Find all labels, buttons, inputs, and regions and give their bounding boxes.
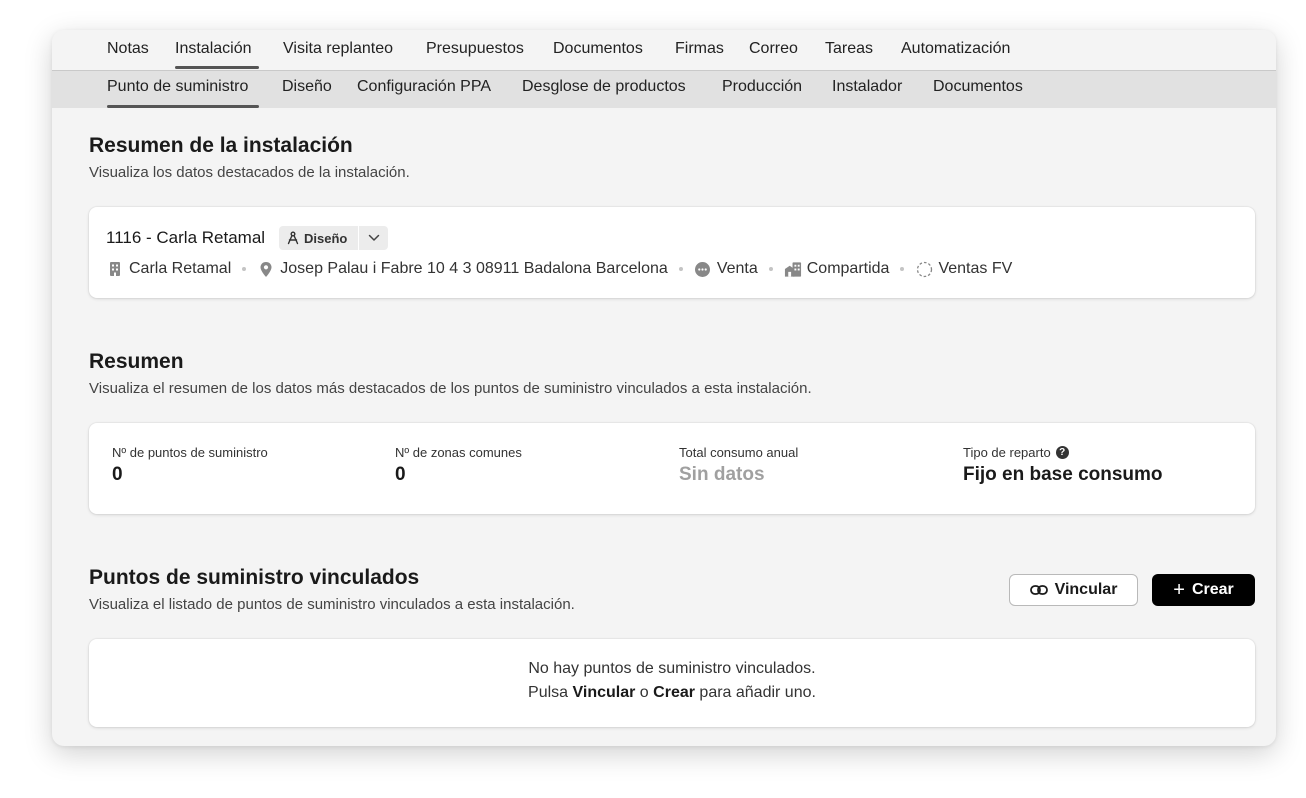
installation-title: 1116 - Carla Retamal (106, 228, 266, 247)
summary-title: Resumen (89, 350, 184, 373)
subtab-instalador[interactable]: Instalador (832, 78, 902, 96)
tab-visita-replanteo[interactable]: Visita replanteo (283, 40, 393, 58)
stat-label: Total consumo anual (679, 445, 799, 460)
installation-summary-title: Resumen de la instalación (89, 134, 353, 157)
tab-automatizacion[interactable]: Automatización (901, 40, 1010, 58)
stat-label: Nº de puntos de suministro (112, 445, 268, 460)
stat-value: 0 (112, 464, 123, 485)
tab-correo[interactable]: Correo (749, 40, 798, 58)
compass-icon (286, 231, 300, 245)
modality-text: Venta (716, 260, 758, 277)
meta-channel: Ventas FV (915, 260, 1012, 278)
tab-presupuestos[interactable]: Presupuestos (426, 40, 524, 58)
empty-state-line2: Pulsa Vincular o Crear para añadir uno. (89, 684, 1255, 702)
phase-chip-toggle[interactable] (359, 226, 388, 250)
active-subtab-indicator (107, 105, 259, 108)
plus-icon: + (1173, 578, 1185, 601)
empty-state-line1: No hay puntos de suministro vinculados. (528, 660, 816, 677)
meta-type: Compartida (784, 260, 890, 278)
phase-chip-label-area: Diseño (279, 226, 358, 250)
linked-points-card: No hay puntos de suministro vinculados. … (89, 639, 1255, 727)
dashed-circle-icon (915, 260, 933, 278)
help-icon[interactable]: ? (1055, 446, 1069, 459)
app-window: Notas Instalación Visita replanteo Presu… (52, 30, 1276, 746)
installation-card: 1116 - Carla Retamal Diseño Carla Retama… (89, 207, 1255, 298)
tab-instalacion[interactable]: Instalación (175, 40, 252, 58)
linked-points-title: Puntos de suministro vinculados (89, 566, 420, 589)
type-text: Compartida (806, 260, 890, 277)
chevron-down-icon (368, 234, 380, 242)
create-button-label: Crear (1191, 581, 1234, 598)
stat-distribution-type: Tipo de reparto ? Fijo en base consumo (963, 445, 1163, 486)
meta-separator (900, 267, 905, 271)
primary-tab-bar: Notas Instalación Visita replanteo Presu… (52, 30, 1276, 71)
subtab-configuracion-ppa[interactable]: Configuración PPA (357, 78, 491, 96)
map-pin-icon (257, 260, 275, 278)
address-text: Josep Palau i Fabre 10 4 3 08911 Badalon… (280, 260, 668, 277)
building-icon (106, 260, 124, 278)
stat-value: Fijo en base consumo (963, 464, 1163, 485)
client-name: Carla Retamal (129, 260, 232, 277)
create-button[interactable]: + Crear (1152, 574, 1255, 606)
empty-state-link-word: Vincular (572, 684, 636, 701)
subtab-produccion[interactable]: Producción (722, 78, 802, 96)
link-button[interactable]: Vincular (1009, 574, 1138, 606)
active-tab-indicator (175, 66, 259, 69)
summary-subtitle: Visualiza el resumen de los datos más de… (89, 380, 812, 397)
meta-separator (242, 267, 247, 271)
stat-annual-consumption: Total consumo anual Sin datos (679, 445, 798, 486)
link-icon (1029, 584, 1048, 596)
phase-chip-label: Diseño (304, 230, 348, 246)
summary-stats-card: Nº de puntos de suministro 0 Nº de zonas… (89, 423, 1255, 514)
linked-points-subtitle: Visualiza el listado de puntos de sumini… (89, 596, 575, 613)
tab-documentos[interactable]: Documentos (553, 40, 643, 58)
channel-text: Ventas FV (938, 260, 1013, 277)
chat-bubble-icon (694, 260, 712, 278)
subtab-diseno[interactable]: Diseño (282, 78, 332, 96)
secondary-tab-bar: Punto de suministro Diseño Configuración… (52, 71, 1276, 108)
installation-summary-subtitle: Visualiza los datos destacados de la ins… (89, 164, 410, 181)
stat-label: Nº de zonas comunes (395, 445, 522, 460)
tab-notas[interactable]: Notas (107, 40, 149, 58)
empty-state-text: o (635, 684, 654, 701)
buildings-icon (784, 260, 802, 278)
subtab-desglose-productos[interactable]: Desglose de productos (522, 78, 686, 96)
empty-state-create-word: Crear (653, 684, 695, 701)
link-button-label: Vincular (1054, 581, 1118, 598)
meta-modality: Venta (694, 260, 758, 278)
meta-separator (768, 267, 773, 271)
stat-label: Tipo de reparto (963, 445, 1051, 460)
empty-state-text: Pulsa (528, 684, 573, 701)
tab-tareas[interactable]: Tareas (825, 40, 873, 58)
stat-value: Sin datos (679, 464, 765, 485)
empty-state-text: para añadir uno. (694, 684, 816, 701)
tab-firmas[interactable]: Firmas (675, 40, 724, 58)
stat-value: 0 (395, 464, 406, 485)
subtab-punto-suministro[interactable]: Punto de suministro (107, 78, 248, 96)
meta-separator (678, 267, 683, 271)
stat-label-row: Tipo de reparto ? (963, 445, 1163, 460)
meta-client: Carla Retamal (106, 260, 231, 278)
installation-meta: Carla Retamal Josep Palau i Fabre 10 4 3… (106, 259, 1012, 279)
stat-common-zones: Nº de zonas comunes 0 (395, 445, 522, 486)
meta-address: Josep Palau i Fabre 10 4 3 08911 Badalon… (257, 260, 668, 278)
stat-supply-points: Nº de puntos de suministro 0 (112, 445, 268, 486)
phase-chip: Diseño (279, 226, 388, 250)
subtab-documentos[interactable]: Documentos (933, 78, 1023, 96)
